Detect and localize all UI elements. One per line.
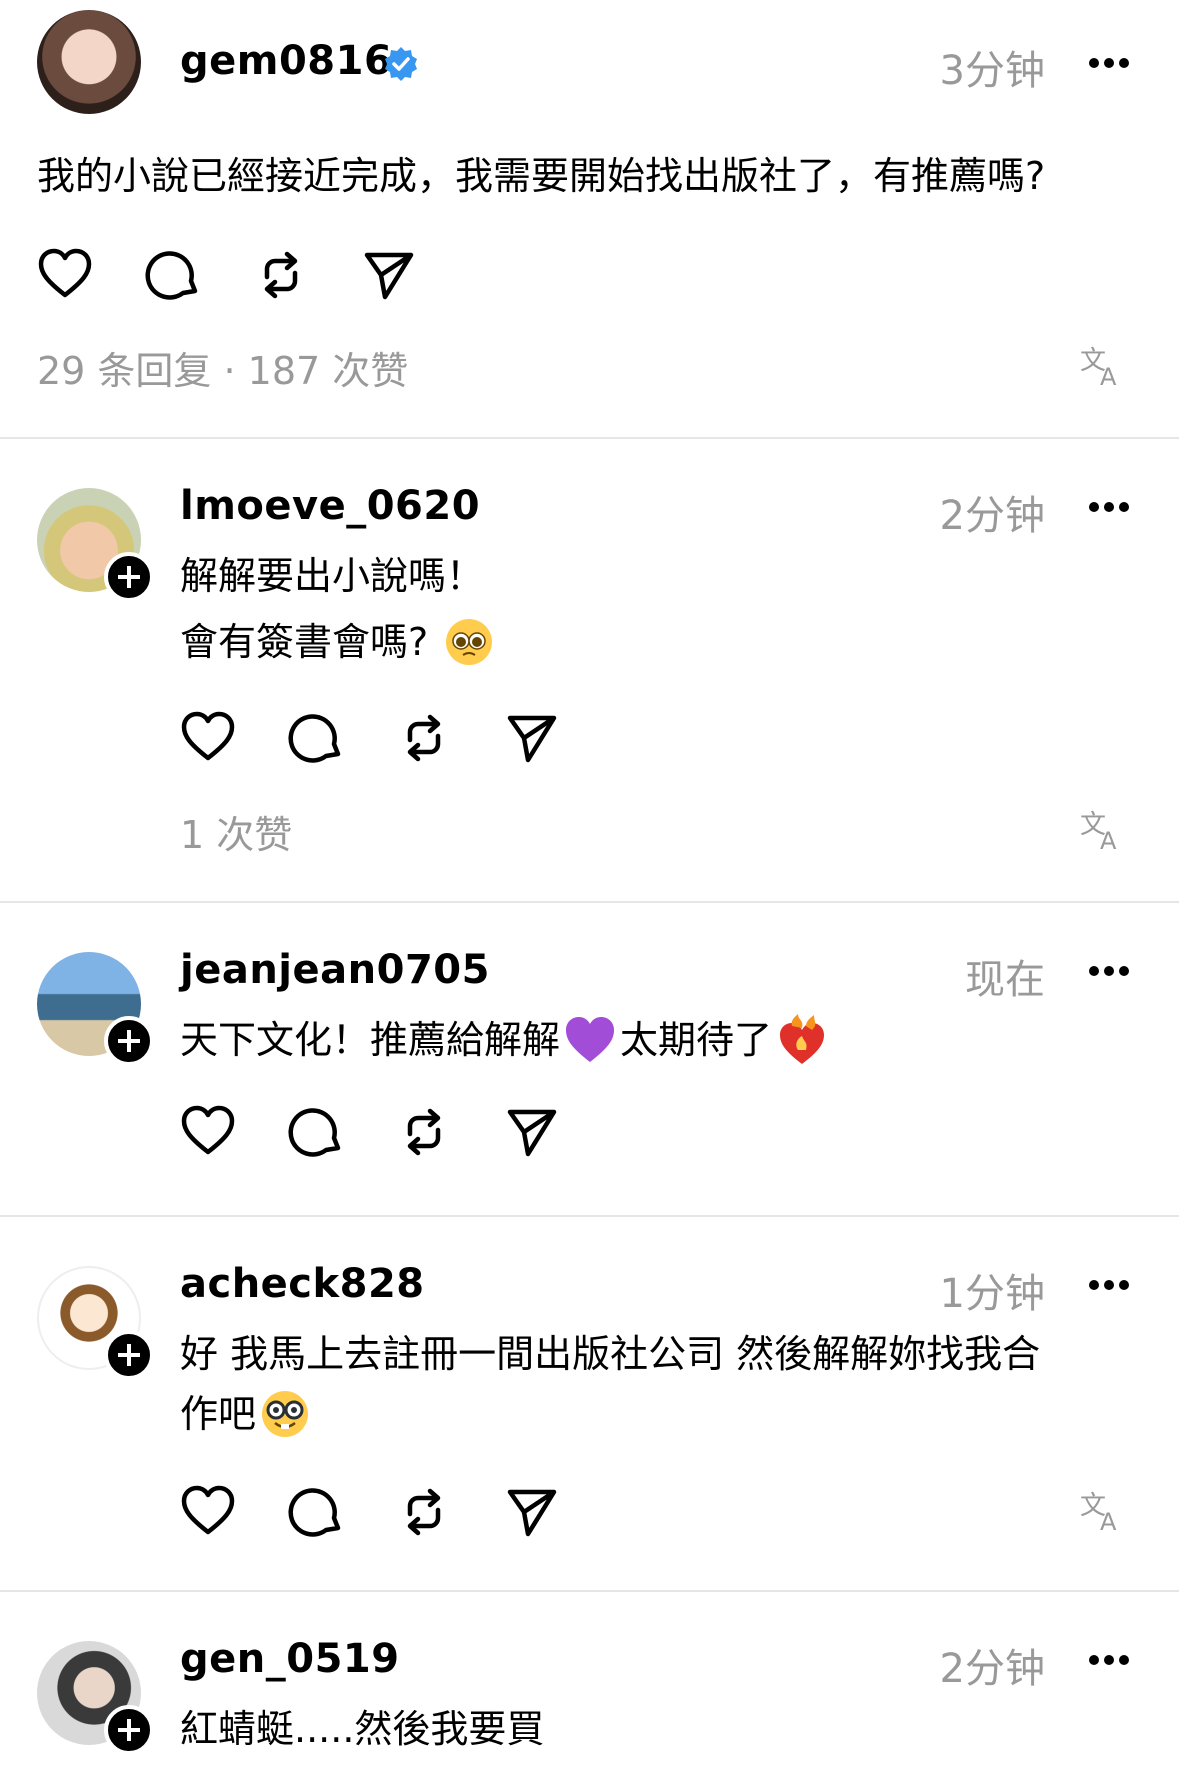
translate-icon[interactable]: 文 A [1080, 1488, 1124, 1532]
reply-post: gen_0519 2分钟 紅蜻蜓.....然後我要買 [0, 1593, 1179, 1767]
more-icon[interactable] [1089, 58, 1129, 70]
username[interactable]: lmoeve_0620 [180, 483, 480, 529]
action-bar [180, 710, 580, 770]
translate-icon[interactable]: 文 A [1080, 807, 1124, 851]
comment-icon[interactable] [288, 710, 344, 766]
reply-text: 會有簽書會嗎? [180, 620, 429, 664]
follow-plus-icon[interactable] [104, 1330, 154, 1380]
svg-text:A: A [1100, 363, 1117, 387]
pleading-face-emoji [446, 618, 493, 665]
reply-text-line2: 會有簽書會嗎? [180, 612, 498, 672]
repost-icon[interactable] [396, 710, 452, 766]
repost-icon[interactable] [396, 1484, 452, 1540]
timestamp: 3分钟 [939, 48, 1045, 94]
share-icon[interactable] [504, 710, 560, 766]
translate-icon[interactable]: 文 A [1080, 343, 1124, 387]
main-post: gem0816 3分钟 我的小說已經接近完成，我需要開始找出版社了，有推薦嗎? … [0, 0, 1179, 436]
follow-plus-icon[interactable] [104, 552, 154, 602]
divider [0, 437, 1179, 439]
heart-on-fire-emoji [780, 1013, 825, 1064]
heart-icon[interactable] [180, 1484, 236, 1540]
reply-text: 紅蜻蜓.....然後我要買 [180, 1707, 545, 1751]
comment-icon[interactable] [288, 1104, 344, 1160]
nerd-face-emoji [262, 1390, 309, 1437]
reply-text: 太期待了 [620, 1018, 773, 1062]
username[interactable]: jeanjean0705 [180, 947, 490, 993]
reply-post: jeanjean0705 现在 天下文化！推薦給解解 太期待了 [0, 904, 1179, 1214]
verified-icon [385, 47, 417, 81]
divider [0, 901, 1179, 903]
reply-post: lmoeve_0620 2分钟 解解要出小說嗎！ 會有簽書會嗎? 1 次赞 文 … [0, 440, 1179, 900]
heart-icon[interactable] [180, 1104, 236, 1160]
purple-heart-emoji [566, 1016, 615, 1062]
reply-text-line1: 好 我馬上去註冊一間出版社公司 然後解解妳找我合 [180, 1332, 1041, 1376]
action-bar [180, 1484, 580, 1544]
timestamp: 2分钟 [939, 1646, 1045, 1692]
action-bar [180, 1104, 580, 1164]
repost-icon[interactable] [253, 247, 309, 303]
timestamp: 现在 [965, 957, 1045, 1003]
username[interactable]: gem0816 [180, 38, 392, 84]
avatar[interactable] [37, 10, 141, 114]
svg-text:A: A [1100, 827, 1117, 851]
reply-text-line2: 作吧 [180, 1384, 314, 1444]
share-icon[interactable] [504, 1104, 560, 1160]
username[interactable]: acheck828 [180, 1261, 425, 1307]
divider [0, 1590, 1179, 1592]
username[interactable]: gen_0519 [180, 1636, 400, 1682]
reply-post: acheck828 1分钟 好 我馬上去註冊一間出版社公司 然後解解妳找我合 作… [0, 1218, 1179, 1590]
divider [0, 1215, 1179, 1217]
like-stats[interactable]: 1 次赞 [180, 804, 292, 859]
heart-icon[interactable] [180, 710, 236, 766]
action-bar [37, 247, 437, 307]
follow-plus-icon[interactable] [104, 1016, 154, 1066]
comment-icon[interactable] [288, 1484, 344, 1540]
more-icon[interactable] [1089, 1655, 1129, 1667]
heart-icon[interactable] [37, 247, 93, 303]
follow-plus-icon[interactable] [104, 1705, 154, 1755]
post-text: 我的小說已經接近完成，我需要開始找出版社了，有推薦嗎? [37, 154, 1046, 198]
timestamp: 2分钟 [939, 493, 1045, 539]
reply-text-line1: 解解要出小說嗎！ [180, 554, 485, 598]
more-icon[interactable] [1089, 1280, 1129, 1292]
reply-text: 作吧 [180, 1392, 257, 1436]
more-icon[interactable] [1089, 966, 1129, 978]
comment-icon[interactable] [145, 247, 201, 303]
share-icon[interactable] [361, 247, 417, 303]
svg-text:A: A [1100, 1508, 1117, 1532]
reply-like-stats[interactable]: 29 条回复 · 187 次赞 [37, 340, 408, 395]
reply-text: 天下文化！推薦給解解 [180, 1018, 561, 1062]
reply-text-line: 天下文化！推薦給解解 太期待了 [180, 1010, 832, 1070]
repost-icon[interactable] [396, 1104, 452, 1160]
share-icon[interactable] [504, 1484, 560, 1540]
more-icon[interactable] [1089, 502, 1129, 514]
timestamp: 1分钟 [939, 1271, 1045, 1317]
